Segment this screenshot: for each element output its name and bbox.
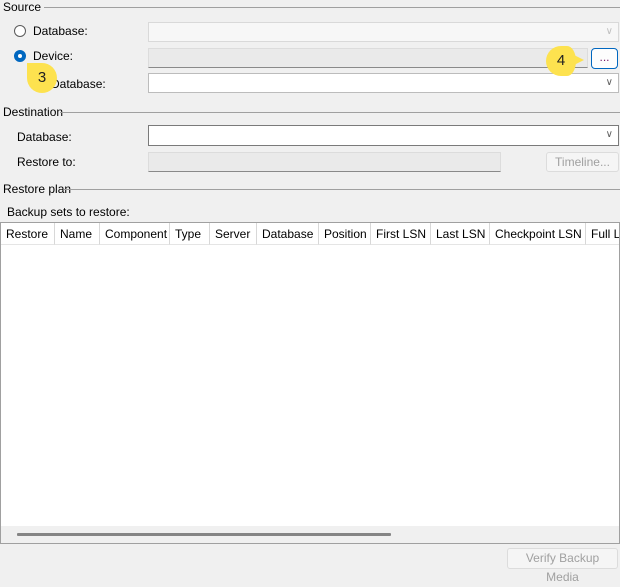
source-group-title: Source: [3, 0, 42, 14]
restore-to-field: [148, 152, 501, 172]
device-label: Device:: [33, 49, 74, 63]
chevron-down-icon: ∨: [605, 129, 613, 140]
restore-to-label: Restore to:: [17, 155, 76, 169]
column-header-server[interactable]: Server: [210, 223, 257, 245]
destination-database-select[interactable]: ∨: [148, 125, 619, 146]
source-database-select[interactable]: ∨: [148, 22, 619, 42]
callout-4-pointer: [570, 53, 584, 67]
destination-divider: [60, 112, 620, 113]
backup-sets-table[interactable]: Restore Name Component Type Server Datab…: [0, 222, 620, 544]
timeline-button[interactable]: Timeline...: [546, 152, 619, 172]
device-database-select[interactable]: ∨: [148, 73, 619, 93]
device-field[interactable]: [148, 48, 588, 68]
callout-3: 3: [27, 63, 57, 93]
column-header-last-lsn[interactable]: Last LSN: [431, 223, 490, 245]
column-header-component[interactable]: Component: [100, 223, 170, 245]
column-header-name[interactable]: Name: [55, 223, 100, 245]
destination-database-label: Database:: [17, 130, 72, 144]
column-header-type[interactable]: Type: [170, 223, 210, 245]
backup-sets-label: Backup sets to restore:: [7, 205, 130, 219]
device-radio[interactable]: [14, 50, 26, 62]
scrollbar-thumb[interactable]: [17, 533, 391, 536]
column-header-position[interactable]: Position: [319, 223, 371, 245]
destination-group-title: Destination: [3, 105, 64, 119]
database-radio[interactable]: [14, 25, 26, 37]
verify-backup-media-button[interactable]: Verify Backup Media: [507, 548, 618, 584]
column-header-restore[interactable]: Restore: [1, 223, 55, 245]
source-database-label: Database:: [33, 24, 88, 38]
column-header-first-lsn[interactable]: First LSN: [371, 223, 431, 245]
device-database-label: Database:: [51, 77, 106, 91]
restore-plan-group-title: Restore plan: [3, 182, 72, 196]
browse-device-button[interactable]: ...: [591, 48, 618, 69]
column-header-checkpoint-lsn[interactable]: Checkpoint LSN: [490, 223, 586, 245]
restore-plan-divider: [64, 189, 620, 190]
chevron-down-icon: ∨: [605, 26, 613, 37]
column-header-full-lsn[interactable]: Full LSN: [586, 223, 619, 245]
chevron-down-icon: ∨: [605, 77, 613, 88]
column-header-database[interactable]: Database: [257, 223, 319, 245]
horizontal-scrollbar[interactable]: [1, 526, 619, 543]
source-divider: [44, 7, 620, 8]
